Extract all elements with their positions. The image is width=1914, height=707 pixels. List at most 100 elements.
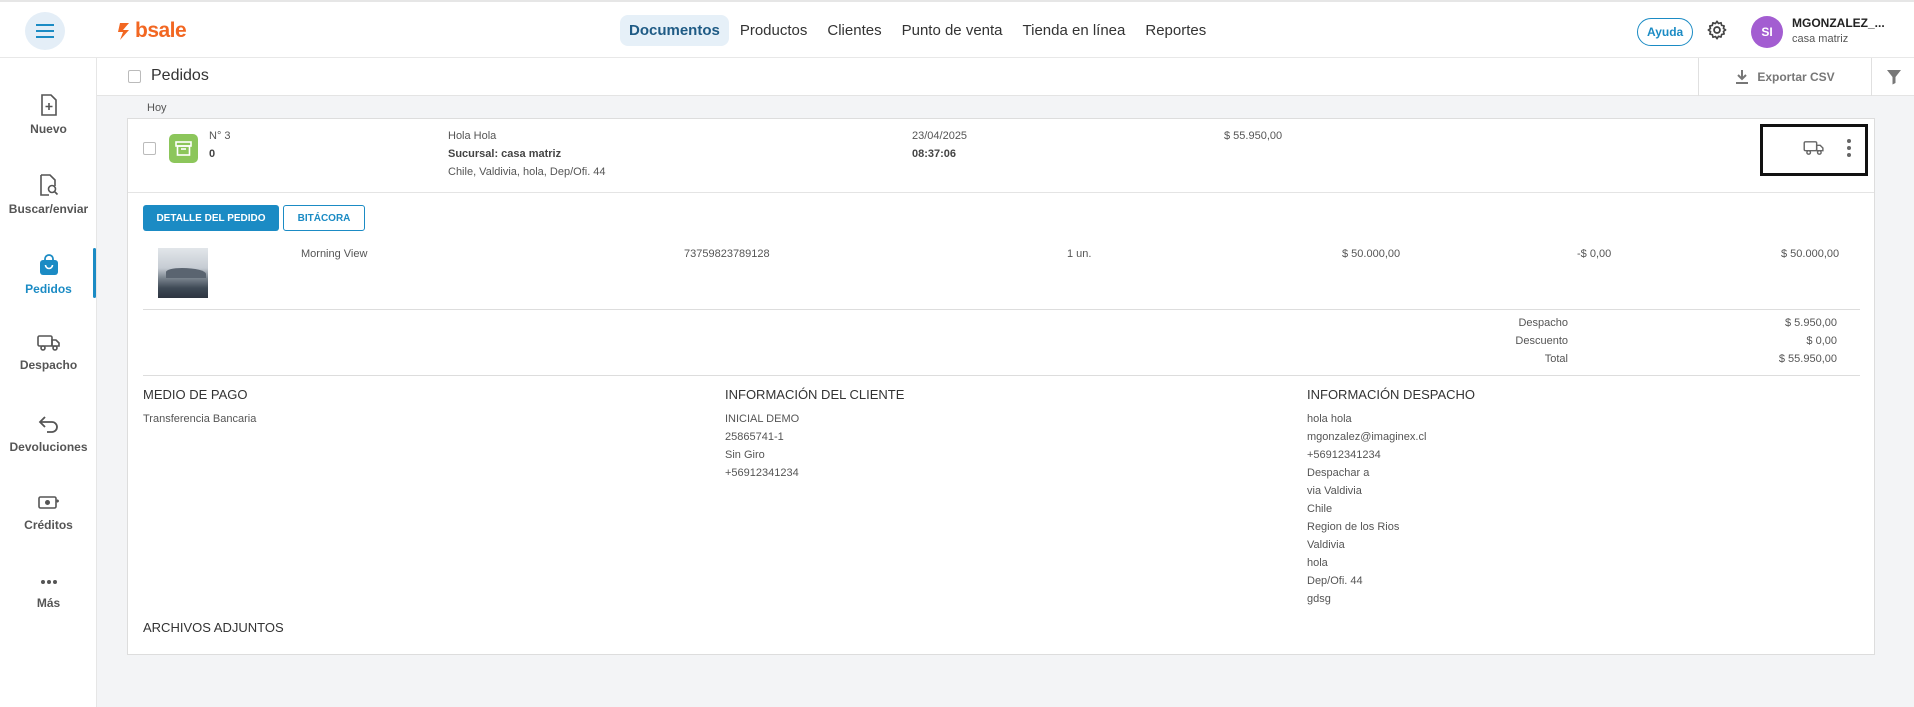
- top-bar: bsale Documentos Productos Clientes Punt…: [0, 0, 1914, 58]
- sidebar-active-indicator: [93, 248, 96, 298]
- sidebar: Nuevo Buscar/enviar Pedidos Despacho Dev…: [0, 58, 97, 707]
- divider: [143, 375, 1860, 376]
- sidebar-item-mas[interactable]: Más: [0, 574, 97, 610]
- bsale-logo[interactable]: bsale: [117, 19, 187, 43]
- new-document-icon: [40, 94, 57, 116]
- nav-documentos[interactable]: Documentos: [620, 15, 729, 46]
- more-options-button[interactable]: [1846, 138, 1852, 163]
- order-sub-number: 0: [209, 148, 216, 160]
- order-time: 08:37:06: [912, 148, 957, 160]
- sidebar-item-devoluciones[interactable]: Devoluciones: [0, 414, 97, 454]
- gear-icon: [1707, 20, 1727, 40]
- archive-box-icon: [175, 141, 192, 156]
- select-all-checkbox[interactable]: [128, 70, 141, 83]
- date-group-label: Hoy: [147, 102, 167, 114]
- shopping-bag-icon: [39, 254, 58, 275]
- filter-button[interactable]: [1873, 58, 1914, 96]
- totals-label: Descuento: [1515, 335, 1568, 347]
- totals-value: $ 5.950,00: [1785, 317, 1837, 329]
- shipping-info-line: Despachar a: [1307, 467, 1370, 479]
- sidebar-item-pedidos[interactable]: Pedidos: [0, 254, 97, 296]
- payment-section-title: MEDIO DE PAGO: [143, 387, 248, 402]
- order-address: Chile, Valdivia, hola, Dep/Ofi. 44: [448, 166, 606, 178]
- order-detail-button[interactable]: DETALLE DEL PEDIDO: [143, 205, 279, 231]
- sidebar-item-label: Devoluciones: [9, 440, 88, 454]
- order-status-icon: [169, 134, 198, 163]
- client-info-line: INICIAL DEMO: [725, 413, 800, 425]
- order-card: N° 3 0 Hola Hola Sucursal: casa matriz C…: [127, 118, 1875, 655]
- nav-reportes[interactable]: Reportes: [1136, 15, 1215, 46]
- nav-punto-de-venta[interactable]: Punto de venta: [893, 15, 1012, 46]
- totals-value: $ 55.950,00: [1778, 353, 1837, 365]
- client-info-line: 25865741-1: [725, 431, 784, 443]
- dispatch-button[interactable]: [1803, 140, 1825, 161]
- sidebar-item-despacho[interactable]: Despacho: [0, 334, 97, 372]
- shipping-info-line: Dep/Ofi. 44: [1307, 575, 1363, 587]
- search-document-icon: [39, 174, 58, 196]
- sidebar-item-nuevo[interactable]: Nuevo: [0, 94, 97, 136]
- client-info-title: INFORMACIÓN DEL CLIENTE: [725, 387, 905, 402]
- export-csv-button[interactable]: Exportar CSV: [1698, 58, 1872, 96]
- truck-icon: [1803, 141, 1824, 155]
- order-amount: $ 55.950,00: [1224, 130, 1283, 142]
- order-checkbox[interactable]: [143, 142, 156, 155]
- item-discount: -$ 0,00: [1577, 248, 1612, 260]
- hamburger-menu-button[interactable]: [25, 12, 65, 50]
- nav-clientes[interactable]: Clientes: [818, 15, 890, 46]
- totals-value: $ 0,00: [1806, 335, 1837, 347]
- sidebar-item-label: Créditos: [24, 518, 73, 532]
- product-thumbnail: [158, 248, 208, 298]
- list-header: Pedidos Exportar CSV: [97, 58, 1914, 96]
- payment-method: Transferencia Bancaria: [143, 413, 257, 425]
- money-icon: [37, 496, 59, 509]
- sidebar-item-label: Buscar/enviar: [8, 202, 89, 216]
- sidebar-item-label: Pedidos: [25, 282, 72, 296]
- filter-icon: [1886, 70, 1901, 85]
- page-title: Pedidos: [151, 67, 209, 84]
- shipping-info-title: INFORMACIÓN DESPACHO: [1307, 387, 1476, 402]
- nav-tienda-en-linea[interactable]: Tienda en línea: [1014, 15, 1135, 46]
- user-avatar[interactable]: SI: [1751, 16, 1783, 48]
- shipping-info-line: hola: [1307, 557, 1328, 569]
- shipping-info-line: Chile: [1307, 503, 1333, 515]
- user-name[interactable]: MGONZALEZ_...: [1792, 16, 1885, 30]
- sidebar-item-label: Más: [36, 596, 61, 610]
- item-price: $ 50.000,00: [1342, 248, 1401, 260]
- return-arrow-icon: [38, 416, 58, 433]
- item-name: Morning View: [301, 248, 368, 260]
- download-icon: [1736, 70, 1749, 84]
- settings-button[interactable]: [1706, 19, 1728, 46]
- client-info-line: +56912341234: [725, 467, 799, 479]
- hamburger-icon: [36, 24, 54, 38]
- sidebar-item-label: Despacho: [19, 358, 78, 372]
- bsale-logo-text: bsale: [135, 19, 187, 42]
- help-button[interactable]: Ayuda: [1637, 18, 1694, 46]
- divider: [128, 192, 1874, 193]
- shipping-info-line: mgonzalez@imaginex.cl: [1307, 431, 1427, 443]
- shipping-info-line: via Valdivia: [1307, 485, 1362, 497]
- export-csv-label: Exportar CSV: [1757, 70, 1835, 84]
- sidebar-item-buscar[interactable]: Buscar/enviar: [0, 174, 97, 216]
- bsale-logo-icon: [118, 23, 129, 40]
- item-quantity: 1 un.: [1067, 248, 1092, 260]
- truck-icon: [36, 335, 60, 351]
- order-actions-highlight: [1760, 124, 1868, 176]
- order-number[interactable]: N° 3: [209, 130, 231, 142]
- shipping-info-line: +56912341234: [1307, 449, 1381, 461]
- item-total: $ 50.000,00: [1781, 248, 1840, 260]
- shipping-info-line: gdsg: [1307, 593, 1331, 605]
- sidebar-item-label: Nuevo: [30, 122, 67, 136]
- totals-label: Despacho: [1518, 317, 1568, 329]
- main-nav: Documentos Productos Clientes Punto de v…: [620, 15, 1217, 46]
- sidebar-item-creditos[interactable]: Créditos: [0, 494, 97, 532]
- shipping-info-line: hola hola: [1307, 413, 1352, 425]
- kebab-menu-icon: [1847, 139, 1851, 157]
- log-button[interactable]: BITÁCORA: [283, 205, 365, 231]
- client-info-line: Sin Giro: [725, 449, 765, 461]
- shipping-info-line: Region de los Rios: [1307, 521, 1400, 533]
- item-code: 73759823789128: [684, 248, 770, 260]
- order-date: 23/04/2025: [912, 130, 968, 142]
- totals-label: Total: [1544, 353, 1568, 365]
- order-client-name: Hola Hola: [448, 130, 497, 142]
- nav-productos[interactable]: Productos: [731, 15, 817, 46]
